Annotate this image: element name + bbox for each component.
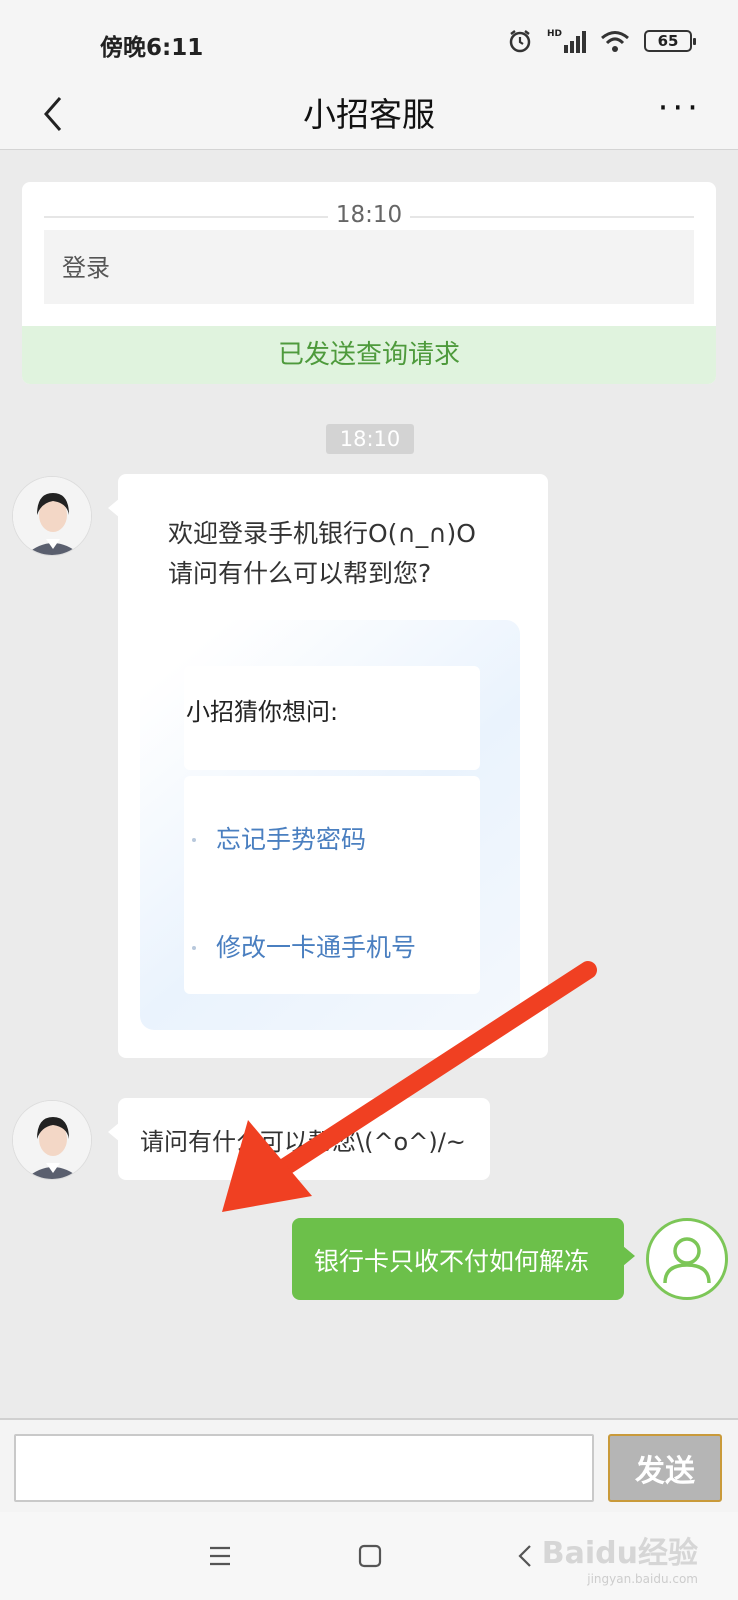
welcome-text: 欢迎登录手机银行O(∩_∩)O 请问有什么可以帮到您? [168,519,476,588]
alarm-icon [509,30,531,53]
wifi-icon [601,31,629,52]
hd-label: HD [546,29,562,39]
status-icons: HD 65 [507,28,696,54]
user-message-text: 银行卡只收不付如何解冻 [314,1247,590,1276]
user-message-bubble: 银行卡只收不付如何解冻 [292,1218,635,1300]
menu-icon[interactable] [198,1534,242,1578]
agent-avatar[interactable] [12,476,92,556]
baidu-watermark: Baidu经验 jingyan.baidu.com [541,1536,698,1586]
suggestion-item-forgot-gesture[interactable]: 忘记手势密码 [184,820,480,860]
message-input[interactable] [14,1434,594,1502]
status-bar: 傍晚6:11 HD 65 [0,0,738,84]
query-card: 18:10 登录 已发送查询请求 [22,182,716,384]
chat-timestamp: 18:10 [326,424,414,454]
login-item[interactable]: 登录 [44,230,694,304]
user-avatar-icon[interactable] [646,1218,728,1300]
page-title: 小招客服 [303,95,435,134]
status-time: 傍晚6:11 [100,35,204,61]
battery-icon: 65 [644,30,696,52]
agent-avatar[interactable] [12,1100,92,1180]
nav-bar: 小招客服 ··· [0,84,738,150]
signal-icon: HD [547,29,586,53]
send-button[interactable]: 发送 [608,1434,722,1502]
agent-message-bubble: 请问有什么可以帮您\(^o^)/~ [108,1098,490,1180]
welcome-bubble: 欢迎登录手机银行O(∩_∩)O 请问有什么可以帮到您? 小招猜你想问: 忘记手势… [108,474,548,1058]
agent-message-text: 请问有什么可以帮您\(^o^)/~ [140,1128,466,1156]
input-bar: 发送 [0,1418,738,1512]
home-icon[interactable] [348,1534,392,1578]
suggestion-title: 小招猜你想问: [186,698,339,726]
suggestion-item-change-phone[interactable]: 修改一卡通手机号 [184,928,480,968]
query-status: 已发送查询请求 [22,326,716,384]
card-time: 18:10 [22,202,716,228]
more-options-icon[interactable]: ··· [658,88,702,128]
